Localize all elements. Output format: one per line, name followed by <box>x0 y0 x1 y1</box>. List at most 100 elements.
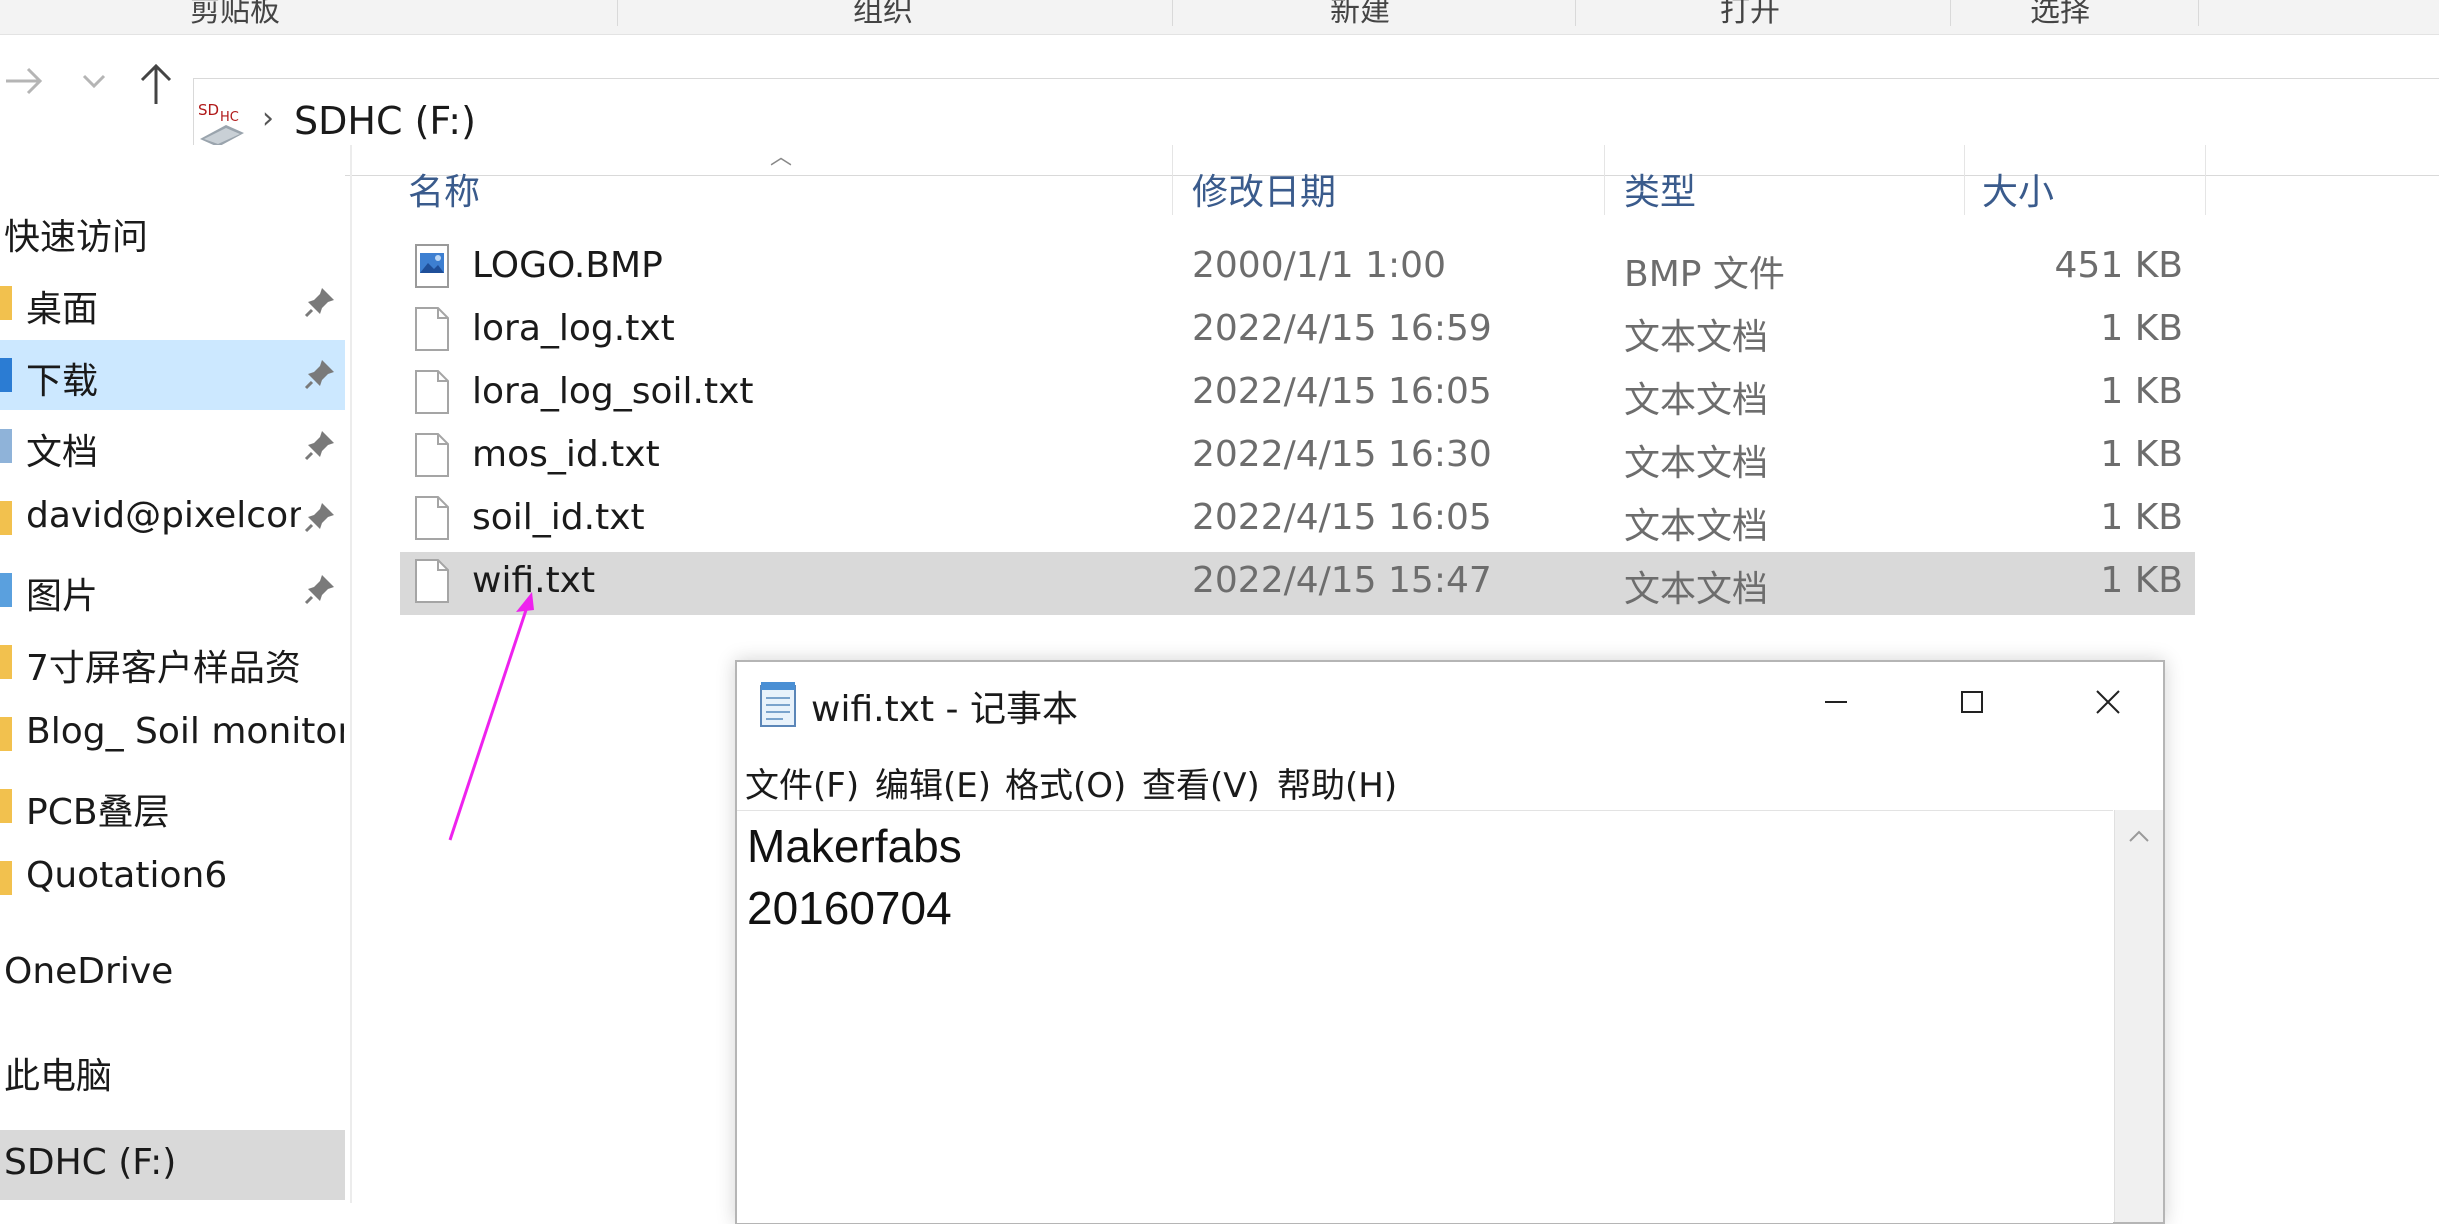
menu-edit[interactable]: 编辑(E) <box>875 758 991 807</box>
column-separator[interactable] <box>1172 145 1173 215</box>
pin-icon[interactable] <box>302 499 338 535</box>
sidebar-this-pc[interactable]: 此电脑 <box>0 1035 345 1105</box>
sidebar-item-desktop[interactable]: 桌面 <box>0 268 345 338</box>
sidebar-item-pictures[interactable]: 图片 <box>0 555 345 625</box>
sidebar-item-downloads[interactable]: 下载 <box>0 340 345 410</box>
sidebar-item-label: 7寸屏客户样品资料 <box>26 648 301 689</box>
file-row-lora-log-soil[interactable]: lora_log_soil.txt 2022/4/15 16:05 文本文档 1… <box>400 363 2195 426</box>
maximize-icon <box>1961 691 1983 713</box>
sidebar-drive-sdhc[interactable]: SDHC (F:) <box>0 1130 345 1200</box>
navigation-bar: SD HC › SDHC (F:) <box>0 38 2439 176</box>
minimize-button[interactable] <box>1781 672 1891 732</box>
ribbon-group-clipboard[interactable]: 剪贴板 <box>190 0 280 30</box>
notepad-window: wifi.txt - 记事本 文件(F) 编辑(E) 格式(O) 查看(V) 帮… <box>735 660 2165 1224</box>
column-header-date[interactable]: 修改日期 <box>1192 163 1336 215</box>
ribbon: 剪贴板 组织 新建 打开 选择 <box>0 0 2439 35</box>
column-header-size[interactable]: 大小 <box>1982 163 2054 215</box>
ribbon-group-organize[interactable]: 组织 <box>853 0 913 30</box>
ribbon-group-open[interactable]: 打开 <box>1720 0 1780 30</box>
file-name: LOGO.BMP <box>472 245 663 286</box>
file-date: 2022/4/15 15:47 <box>1192 560 1492 601</box>
file-size: 1 KB <box>2100 434 2183 475</box>
up-button[interactable] <box>136 60 176 121</box>
ribbon-group-select[interactable]: 选择 <box>2030 0 2090 30</box>
file-date: 2000/1/1 1:00 <box>1192 245 1446 286</box>
notepad-menubar: 文件(F) 编辑(E) 格式(O) 查看(V) 帮助(H) <box>737 744 2163 810</box>
notepad-titlebar[interactable]: wifi.txt - 记事本 <box>737 662 2163 744</box>
pin-icon[interactable] <box>302 571 338 607</box>
back-button[interactable] <box>2 60 44 117</box>
file-size: 1 KB <box>2100 497 2183 538</box>
file-date: 2022/4/15 16:05 <box>1192 497 1492 538</box>
vertical-scrollbar[interactable] <box>2114 810 2163 1222</box>
file-type: 文本文档 <box>1624 506 1769 547</box>
ribbon-separator <box>2198 0 2199 26</box>
arrow-left-icon <box>6 67 43 95</box>
menu-view[interactable]: 查看(V) <box>1142 758 1260 807</box>
sidebar-item-label: 此电脑 <box>4 1056 113 1097</box>
sidebar-item-documents[interactable]: 文档 <box>0 411 345 481</box>
minimize-icon <box>1825 701 1847 703</box>
breadcrumb-drive[interactable]: SDHC (F:) <box>294 99 476 143</box>
file-row-soil-id[interactable]: soil_id.txt 2022/4/15 16:05 文本文档 1 KB <box>400 489 2195 552</box>
folder-icon <box>0 861 12 895</box>
sidebar-quick-access[interactable]: 快速访问 <box>0 196 345 266</box>
sidebar-item-quotation6[interactable]: Quotation6 <box>0 843 345 913</box>
file-type: 文本文档 <box>1624 569 1769 610</box>
text-file-icon <box>415 433 449 477</box>
pin-icon[interactable] <box>302 427 338 463</box>
sidebar-onedrive[interactable]: OneDrive <box>0 939 345 1009</box>
file-row-mos-id[interactable]: mos_id.txt 2022/4/15 16:30 文本文档 1 KB <box>400 426 2195 489</box>
folder-icon <box>0 789 12 823</box>
column-separator[interactable] <box>1964 145 1965 215</box>
sidebar-item-label: 图片 <box>26 576 99 617</box>
file-size: 451 KB <box>2054 245 2183 286</box>
text-file-icon <box>415 307 449 351</box>
scroll-up-icon[interactable] <box>2127 826 2151 846</box>
column-separator[interactable] <box>2205 145 2206 215</box>
ribbon-group-new[interactable]: 新建 <box>1330 0 1390 30</box>
column-separator[interactable] <box>1604 145 1605 215</box>
sidebar-item-david-folder[interactable]: david@pixelcon <box>0 483 345 553</box>
folder-icon <box>0 717 12 751</box>
maximize-button[interactable] <box>1917 672 2027 732</box>
sidebar-item-label: Quotation6 <box>26 855 228 896</box>
notepad-text-area[interactable]: Makerfabs 20160704 <box>737 810 2113 1223</box>
pin-icon[interactable] <box>302 284 338 320</box>
desktop-folder-icon <box>0 286 12 320</box>
documents-folder-icon <box>0 429 12 463</box>
menu-format[interactable]: 格式(O) <box>1005 758 1126 807</box>
ribbon-separator <box>617 0 618 26</box>
sidebar-item-7inch-samples[interactable]: 7寸屏客户样品资料 <box>0 627 345 697</box>
sort-ascending-icon: ︿ <box>770 145 793 170</box>
arrow-up-icon <box>140 63 172 104</box>
sd-card-icon: SD HC <box>198 101 244 147</box>
column-header-type[interactable]: 类型 <box>1624 163 1696 215</box>
sidebar-item-label: 快速访问 <box>4 217 149 258</box>
file-type: 文本文档 <box>1624 380 1769 421</box>
chevron-down-icon <box>82 74 106 89</box>
menu-help[interactable]: 帮助(H) <box>1277 758 1397 807</box>
sidebar-item-blog-soil-monitor[interactable]: Blog_ Soil monitor <box>0 699 345 769</box>
ribbon-separator <box>1172 0 1173 26</box>
file-row-lora-log[interactable]: lora_log.txt 2022/4/15 16:59 文本文档 1 KB <box>400 300 2195 363</box>
column-header-name[interactable]: 名称 <box>408 163 480 215</box>
file-row-logo-bmp[interactable]: LOGO.BMP 2000/1/1 1:00 BMP 文件 451 KB <box>400 237 2195 300</box>
sidebar-item-label: Blog_ Soil monitor <box>26 711 344 752</box>
sidebar-item-pcb-stackup[interactable]: PCB叠层 <box>0 771 345 841</box>
notepad-icon <box>760 682 796 727</box>
text-file-icon <box>415 370 449 414</box>
file-row-wifi[interactable]: wifi.txt 2022/4/15 15:47 文本文档 1 KB <box>400 552 2195 615</box>
close-button[interactable] <box>2053 672 2163 732</box>
menu-file[interactable]: 文件(F) <box>745 758 859 807</box>
file-name: mos_id.txt <box>472 434 660 475</box>
pictures-folder-icon <box>0 573 12 607</box>
text-line: 20160704 <box>747 882 952 934</box>
recent-locations-button[interactable] <box>80 60 108 117</box>
file-name: lora_log.txt <box>472 308 675 349</box>
pin-icon[interactable] <box>302 356 338 392</box>
file-size: 1 KB <box>2100 560 2183 601</box>
file-name: wifi.txt <box>472 560 596 601</box>
text-file-icon <box>415 496 449 540</box>
file-type: 文本文档 <box>1624 317 1769 358</box>
